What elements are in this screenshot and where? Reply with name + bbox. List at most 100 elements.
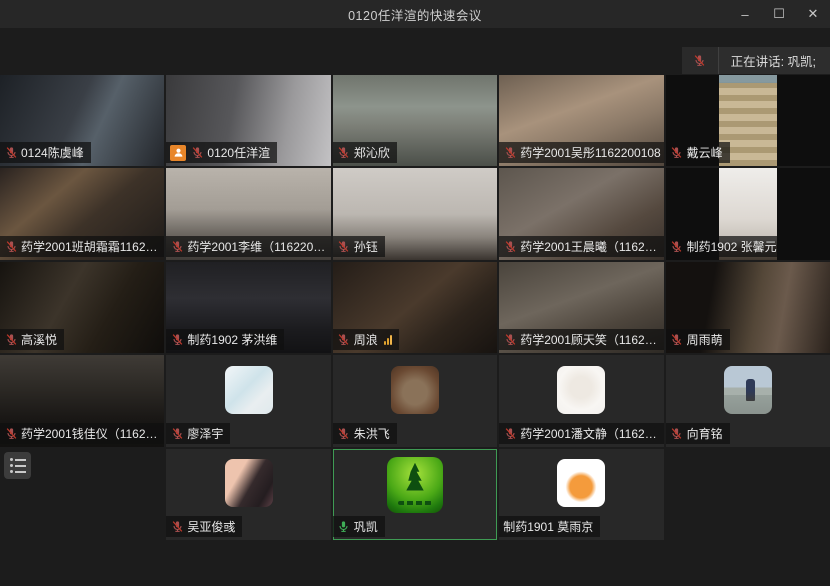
avatar <box>724 366 772 414</box>
participant-label: 药学2001李维（1162200109... <box>166 236 330 257</box>
participant-name: 廖泽宇 <box>187 425 223 442</box>
participant-label: 0124陈虞峰 <box>0 142 91 163</box>
speaking-status-bar: 正在讲话: 巩凯; <box>682 47 830 74</box>
participant-tile[interactable]: 孙钰 <box>333 168 497 259</box>
mic-muted-icon <box>503 239 517 253</box>
participant-label: 戴云峰 <box>666 142 730 163</box>
participant-name: 朱洪飞 <box>354 425 390 442</box>
participant-label: 制药1902 张馨元 <box>666 236 784 257</box>
avatar <box>225 459 273 507</box>
participant-tile[interactable]: 制药1901 莫雨京 <box>499 449 663 540</box>
participant-tile[interactable]: 药学2001潘文静（11622001... <box>499 355 663 446</box>
mic-muted-icon <box>682 47 719 74</box>
avatar <box>391 366 439 414</box>
avatar <box>225 366 273 414</box>
participant-name: 0124陈虞峰 <box>21 144 84 161</box>
participant-name: 药学2001王晨曦（11622001... <box>520 238 661 255</box>
participant-label: 周浪 <box>333 329 399 350</box>
participant-label: 吴亚俊彧 <box>166 516 242 537</box>
participant-tile[interactable]: 郑沁欣 <box>333 75 497 166</box>
avatar <box>557 366 605 414</box>
participant-tile[interactable]: 高溪悦 <box>0 262 164 353</box>
participant-label: 巩凯 <box>333 516 385 537</box>
participant-tile[interactable]: 戴云峰 <box>666 75 830 166</box>
participant-name: 高溪悦 <box>21 331 57 348</box>
mic-muted-icon <box>670 146 684 160</box>
participant-label: 周雨萌 <box>666 329 730 350</box>
avatar <box>557 459 605 507</box>
mic-muted-icon <box>170 239 184 253</box>
participant-name: 药学2001钱佳仪（11622001... <box>21 425 162 442</box>
participant-tile[interactable]: 制药1902 张馨元 <box>666 168 830 259</box>
participant-tile[interactable]: 药学2001李维（1162200109... <box>166 168 330 259</box>
maximize-button[interactable]: ☐ <box>762 0 796 28</box>
participant-tile[interactable]: 药学2001顾天笑（11622001... <box>499 262 663 353</box>
mic-muted-icon <box>4 239 18 253</box>
minimize-button[interactable]: – <box>728 0 762 28</box>
titlebar: 0120任洋渲的快速会议 – ☐ ✕ <box>0 0 830 28</box>
participant-tile[interactable]: 朱洪飞 <box>333 355 497 446</box>
participant-label: 药学2001吴彤1162200108 <box>499 142 663 163</box>
participant-name: 制药1902 茅洪维 <box>187 331 277 348</box>
participant-tile[interactable]: 吴亚俊彧 <box>166 449 330 540</box>
participant-label: 药学2001顾天笑（11622001... <box>499 329 663 350</box>
meeting-window: { "window": { "title": "0120任洋渲的快速会议", "… <box>0 0 830 586</box>
mic-muted-icon <box>503 333 517 347</box>
participant-label: 药学2001班胡霜霜11622001... <box>0 236 164 257</box>
avatar <box>387 457 443 513</box>
participant-name: 药学2001班胡霜霜11622001... <box>21 238 162 255</box>
participant-tile[interactable]: 药学2001吴彤1162200108 <box>499 75 663 166</box>
signal-strength-icon <box>384 335 392 345</box>
participant-tile[interactable]: 制药1902 茅洪维 <box>166 262 330 353</box>
participant-label: 郑沁欣 <box>333 142 397 163</box>
mic-muted-icon <box>4 333 18 347</box>
participant-tile[interactable]: 廖泽宇 <box>166 355 330 446</box>
participant-label: 向育铭 <box>666 423 730 444</box>
participant-tile[interactable]: 巩凯 <box>333 449 497 540</box>
participant-name: 药学2001顾天笑（11622001... <box>520 331 661 348</box>
meeting-title: 0120任洋渲的快速会议 <box>348 5 482 24</box>
mic-muted-icon <box>670 333 684 347</box>
mic-muted-icon <box>4 146 18 160</box>
participant-name: 周浪 <box>354 331 378 348</box>
participant-name: 吴亚俊彧 <box>187 518 235 535</box>
speaking-label: 正在讲话: 巩凯; <box>719 51 830 70</box>
participant-tile[interactable]: 0124陈虞峰 <box>0 75 164 166</box>
participant-name: 药学2001李维（1162200109... <box>187 238 328 255</box>
participant-name: 药学2001潘文静（11622001... <box>520 425 661 442</box>
participant-name: 制药1902 张馨元 <box>687 238 777 255</box>
participant-label: 朱洪飞 <box>333 423 397 444</box>
member-list-button[interactable] <box>4 452 31 479</box>
participant-label: 制药1901 莫雨京 <box>499 516 600 537</box>
participant-tile[interactable]: 0120任洋渲 <box>166 75 330 166</box>
participant-label: 孙钰 <box>333 236 385 257</box>
mic-muted-icon <box>190 146 204 160</box>
participant-tile[interactable]: 药学2001班胡霜霜11622001... <box>0 168 164 259</box>
participant-tile[interactable]: 药学2001钱佳仪（11622001... <box>0 355 164 446</box>
mic-muted-icon <box>503 146 517 160</box>
list-icon <box>10 458 26 473</box>
mic-muted-icon <box>503 426 517 440</box>
participant-tile[interactable]: 药学2001王晨曦（11622001... <box>499 168 663 259</box>
participant-label: 药学2001钱佳仪（11622001... <box>0 423 164 444</box>
participant-tile[interactable]: 向育铭 <box>666 355 830 446</box>
mic-active-icon <box>337 520 351 534</box>
participant-name: 孙钰 <box>354 238 378 255</box>
window-controls: – ☐ ✕ <box>728 0 830 28</box>
host-badge-icon <box>170 145 186 161</box>
mic-muted-icon <box>170 426 184 440</box>
participant-name: 周雨萌 <box>687 331 723 348</box>
participant-label: 药学2001王晨曦（11622001... <box>499 236 663 257</box>
participant-name: 戴云峰 <box>687 144 723 161</box>
participant-label: 药学2001潘文静（11622001... <box>499 423 663 444</box>
close-button[interactable]: ✕ <box>796 0 830 28</box>
mic-muted-icon <box>670 426 684 440</box>
participant-name: 郑沁欣 <box>354 144 390 161</box>
participant-grid: 0124陈虞峰 0120任洋渲郑沁欣 药学2001吴彤1162200108 戴云峰药学… <box>0 75 830 540</box>
participant-tile[interactable]: 周雨萌 <box>666 262 830 353</box>
mic-muted-icon <box>337 239 351 253</box>
participant-tile[interactable]: 周浪 <box>333 262 497 353</box>
participant-name: 药学2001吴彤1162200108 <box>520 144 661 161</box>
participant-name: 巩凯 <box>354 518 378 535</box>
mic-muted-icon <box>337 426 351 440</box>
